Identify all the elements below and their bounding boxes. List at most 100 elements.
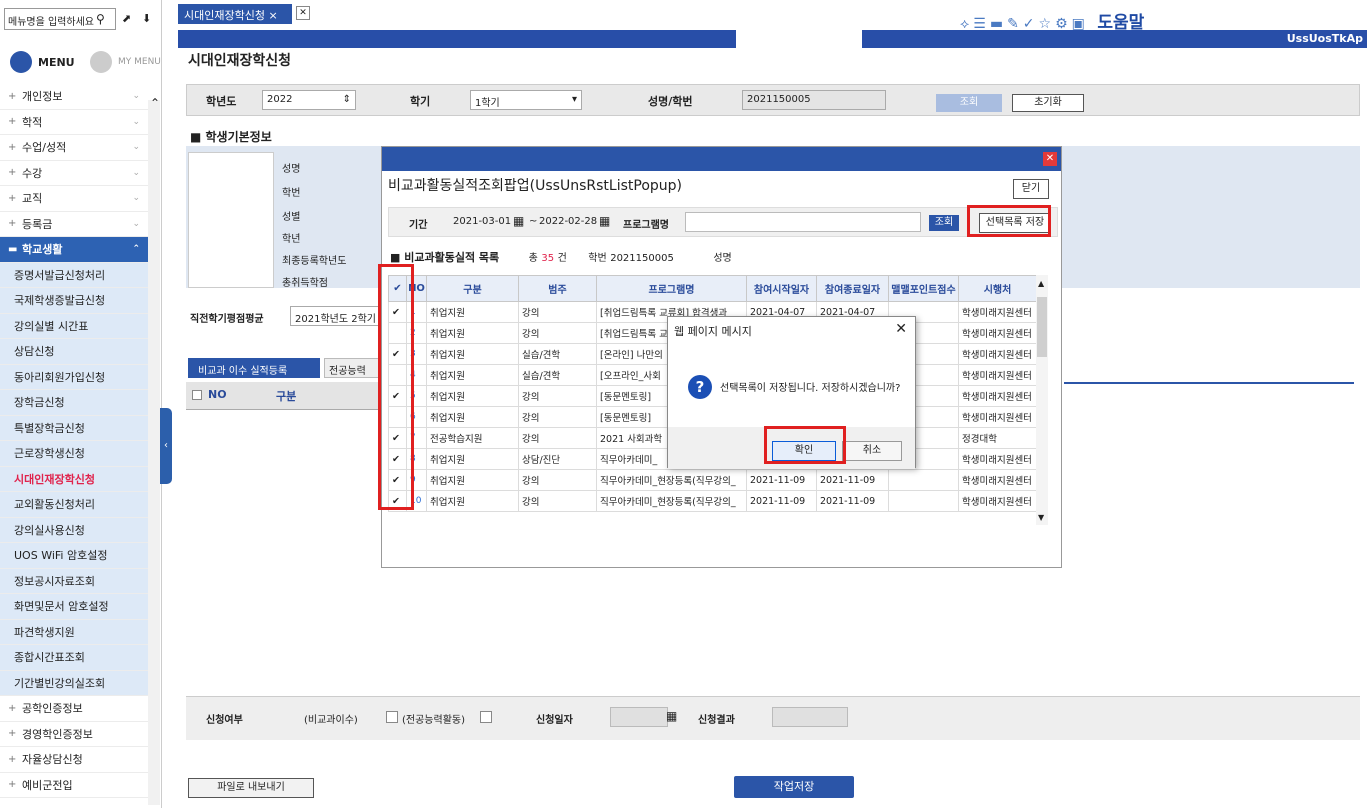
menu-item[interactable]: + 자율상담신청 <box>0 747 148 773</box>
submenu-item[interactable]: 종합시간표조회 <box>0 645 148 671</box>
plus-icon: + <box>8 779 17 791</box>
reset-button[interactable]: 초기화 <box>1012 94 1084 112</box>
menu-item[interactable]: + 공학인증정보 <box>0 696 148 722</box>
mymenu-icon <box>90 51 112 73</box>
export-file-button[interactable]: 파일로 내보내기 <box>188 778 314 798</box>
close-all-tabs-icon[interactable]: ✕ <box>296 6 310 20</box>
table-row[interactable]: ✔ 9 취업지원 강의 직무아카데미_현장등록(직무강의_ 2021-11-09 2021-… <box>388 469 1037 491</box>
dialog-message: 선택목록이 저장됩니다. 저장하시겠습니까? <box>720 383 901 394</box>
save-work-button[interactable]: 작업저장 <box>734 776 854 798</box>
cancel-button[interactable]: 취소 <box>842 441 902 461</box>
tab-label: 시대인재장학신청 <box>184 9 265 22</box>
dialog-close-icon[interactable]: ✕ <box>895 321 907 337</box>
submenu-item[interactable]: 상담신청 <box>0 339 148 365</box>
search-button[interactable]: 조회 <box>936 94 1002 112</box>
calendar-icon[interactable]: ▦ <box>599 214 610 228</box>
chevron-down-icon: ⌄ <box>132 116 140 127</box>
tab-menu-label: MENU <box>38 55 75 69</box>
term-label: 학기 <box>410 95 431 108</box>
submenu-item[interactable]: 교외활동신청처리 <box>0 492 148 518</box>
popup-close-button[interactable]: 닫기 <box>1013 179 1049 199</box>
date-from[interactable]: 2021-03-01 <box>453 216 511 227</box>
popup-close-icon[interactable]: ✕ <box>1043 152 1057 166</box>
plus-icon: + <box>8 192 17 204</box>
table-scrollbar[interactable] <box>1036 275 1048 525</box>
cell-type: 취업지원 <box>426 343 519 365</box>
search-icon[interactable]: ⚲ <box>96 12 105 26</box>
submenu-item[interactable]: 화면및문서 암호설정 <box>0 594 148 620</box>
popup-search-button[interactable]: 조회 <box>929 215 959 231</box>
menu-label: 동아리회원가입신청 <box>14 370 106 384</box>
menu-item[interactable]: + 학적 ⌄ <box>0 109 148 135</box>
menu-item[interactable]: + 경영학인증정보 <box>0 721 148 747</box>
total-count: 35 <box>541 253 555 264</box>
menu-item[interactable]: + 수강 ⌄ <box>0 160 148 186</box>
submenu-item[interactable]: UOS WiFi 암호설정 <box>0 543 148 569</box>
plus-icon: + <box>8 728 17 740</box>
scroll-up-icon[interactable]: ⌃ <box>150 96 160 110</box>
submenu-item[interactable]: 장학금신청 <box>0 390 148 416</box>
submenu-item[interactable]: 근로장학생신청 <box>0 441 148 467</box>
chevron-down-icon: ⌄ <box>132 142 140 153</box>
menu-item[interactable]: + 교직 ⌄ <box>0 186 148 212</box>
student-id-value: 2021150005 <box>747 94 811 105</box>
menu-scrollbar[interactable] <box>148 100 160 805</box>
gpa-term-value: 2021학년도 2학기 <box>295 314 376 325</box>
tab-major-ability[interactable]: 전공능력 <box>324 358 384 378</box>
up-arrow-icon[interactable]: ⬈ <box>122 12 131 25</box>
select-all-checkbox[interactable] <box>192 390 202 400</box>
submenu-item[interactable]: 증명서발급신청처리 <box>0 262 148 288</box>
scroll-up-icon[interactable]: ▲ <box>1038 279 1044 288</box>
student-photo <box>188 152 274 288</box>
submenu-item[interactable]: 파견학생지원 <box>0 619 148 645</box>
date-label: 신청일자 <box>536 715 573 726</box>
calendar-icon[interactable]: ▦ <box>513 214 524 228</box>
cell-type: 취업지원 <box>426 406 519 428</box>
cell-cat: 상담/진단 <box>518 448 597 470</box>
basic-label: 학번 <box>282 188 301 199</box>
tab-mymenu[interactable]: MY MENU <box>90 44 161 80</box>
collapse-nav-button[interactable]: ‹ <box>160 408 172 484</box>
menu-label: 근로장학생신청 <box>14 447 85 461</box>
tab-extracurricular[interactable]: 비교과 이수 실적등록 <box>188 358 320 378</box>
cell-org: 학생미래지원센터 <box>958 469 1037 491</box>
pin-icon[interactable]: ⬇ <box>142 12 151 25</box>
extra-checkbox[interactable] <box>386 711 398 723</box>
cell-type: 취업지원 <box>426 364 519 386</box>
major-checkbox[interactable] <box>480 711 492 723</box>
highlight-ok <box>764 426 846 464</box>
menu-category[interactable]: ▬ 학교생활 ⌃ <box>0 237 148 263</box>
menu-label: 정보공시자료조회 <box>14 574 95 588</box>
highlight-checkbox-column <box>378 264 414 510</box>
term-select[interactable]: 1학기 ▾ <box>470 90 582 110</box>
year-input[interactable]: 2022 ⇕ <box>262 90 356 110</box>
scroll-down-icon[interactable]: ▼ <box>1038 513 1044 522</box>
menu-label: 예비군전입 <box>22 778 73 792</box>
calendar-icon[interactable]: ▦ <box>666 709 677 723</box>
submenu-item[interactable]: 정보공시자료조회 <box>0 568 148 594</box>
menu-item[interactable]: + 예비군전입 <box>0 772 148 798</box>
menu-label: 수강 <box>22 166 43 180</box>
menu-label: 수업/성적 <box>22 141 67 155</box>
program-input[interactable] <box>685 212 921 232</box>
tab-current-page[interactable]: 시대인재장학신청 × <box>178 4 292 24</box>
menu-item[interactable]: + 수업/성적 ⌄ <box>0 135 148 161</box>
table-header: 맬맬포인트점수 <box>888 275 959 302</box>
tab-menu[interactable]: MENU <box>10 44 75 80</box>
submenu-item[interactable]: 특별장학금신청 <box>0 415 148 441</box>
student-id-input[interactable]: 2021150005 <box>742 90 886 110</box>
submenu-item[interactable]: 국제학생증발급신청 <box>0 288 148 314</box>
submenu-item[interactable]: 강의실별 시간표 <box>0 313 148 339</box>
cell-points <box>888 469 959 491</box>
submenu-item[interactable]: 시대인재장학신청 <box>0 466 148 492</box>
menu-item[interactable]: + 개인정보 ⌄ <box>0 84 148 110</box>
plus-icon: + <box>8 141 17 153</box>
table-row[interactable]: ✔ 10 취업지원 강의 직무아카데미_현장등록(직무강의_ 2021-11-09 2021… <box>388 490 1037 512</box>
submenu-item[interactable]: 강의실사용신청 <box>0 517 148 543</box>
menu-item[interactable]: + 등록금 ⌄ <box>0 211 148 237</box>
submenu-item[interactable]: 동아리회원가입신청 <box>0 364 148 390</box>
date-to[interactable]: 2022-02-28 <box>539 216 597 227</box>
submenu-item[interactable]: 기간별빈강의실조회 <box>0 670 148 696</box>
table-header: 시행처 <box>958 275 1037 302</box>
total-suffix: 건 <box>557 253 567 264</box>
